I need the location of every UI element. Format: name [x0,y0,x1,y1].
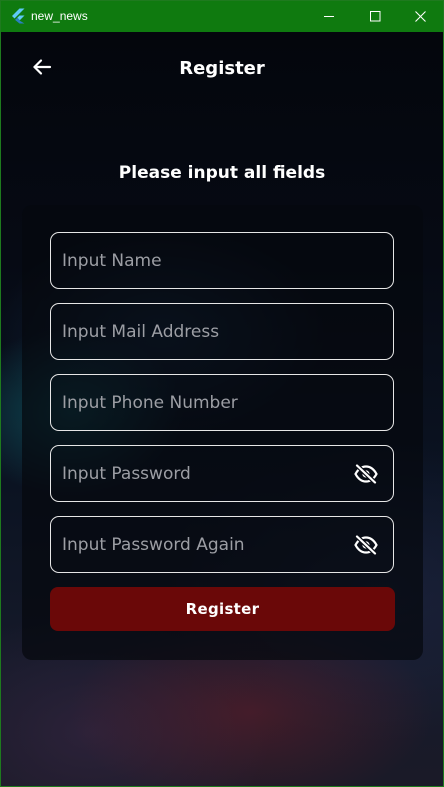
email-input[interactable] [62,304,352,359]
email-field[interactable] [50,303,394,360]
name-input[interactable] [62,233,352,288]
page-title: Register [179,58,265,79]
confirm-password-input[interactable] [62,517,352,572]
minimize-button[interactable] [306,1,352,32]
app-window: new_news Register Please input all field… [0,0,444,787]
close-icon [414,11,426,22]
page-content: Register Please input all fields Input N… [1,32,443,786]
maximize-button[interactable] [352,1,398,32]
visibility-off-icon[interactable] [353,533,379,557]
maximize-icon [369,11,380,22]
register-button[interactable]: Register [50,587,395,631]
form-heading: Please input all fields [118,163,326,183]
visibility-off-icon[interactable] [353,462,379,486]
phone-field[interactable] [50,374,394,431]
window-title: new_news [31,9,88,23]
name-field[interactable] [50,232,394,289]
confirm-password-field[interactable] [50,516,394,573]
password-input[interactable] [62,446,352,501]
phone-input[interactable] [62,375,352,430]
password-field[interactable] [50,445,394,502]
close-button[interactable] [397,1,443,32]
minimize-icon [323,16,334,17]
title-bar[interactable]: new_news [1,1,443,32]
flutter-logo-icon [10,8,26,24]
